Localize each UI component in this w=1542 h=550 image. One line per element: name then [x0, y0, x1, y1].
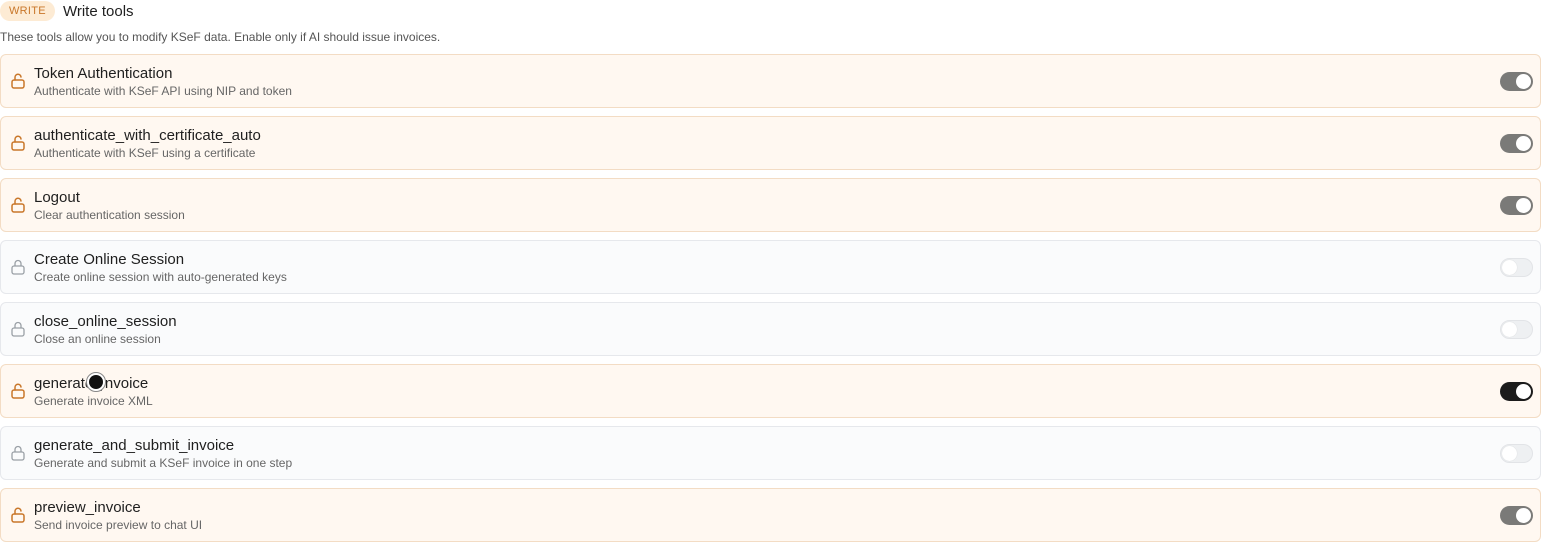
- lock-open-icon: [11, 73, 25, 89]
- tool-description: Clear authentication session: [34, 208, 185, 222]
- tool-name: generate_invoice: [34, 375, 149, 392]
- tool-name: preview_invoice: [34, 499, 141, 516]
- tool-toggle[interactable]: [1500, 258, 1533, 277]
- tool-row: generate_invoice Generate invoice XML: [0, 364, 1541, 418]
- tool-list: Token Authentication Authenticate with KS…: [0, 54, 1541, 550]
- tool-description: Authenticate with KSeF using a certifica…: [34, 146, 256, 160]
- tool-name: close_online_session: [34, 313, 177, 330]
- tool-description: Send invoice preview to chat UI: [34, 518, 203, 532]
- write-badge: WRITE: [0, 1, 55, 21]
- tool-toggle[interactable]: [1500, 72, 1533, 91]
- toggle-knob: [1502, 260, 1517, 275]
- lock-open-icon: [11, 507, 25, 523]
- section-header: WRITE Write tools: [0, 0, 134, 22]
- tool-toggle[interactable]: [1500, 196, 1533, 215]
- tool-row: generate_and_submit_invoice Generate and …: [0, 426, 1541, 480]
- tool-row: preview_invoice Send invoice preview to c…: [0, 488, 1541, 542]
- tool-toggle[interactable]: [1500, 320, 1533, 339]
- tool-name: Token Authentication: [34, 65, 173, 82]
- tool-name: generate_and_submit_invoice: [34, 437, 235, 454]
- tool-description: Generate invoice XML: [34, 394, 153, 408]
- tool-row: Token Authentication Authenticate with KS…: [0, 54, 1541, 108]
- lock-open-icon: [11, 383, 25, 399]
- tool-name: authenticate_with_certificate_auto: [34, 127, 261, 144]
- tool-row: Create Online Session Create online sessi…: [0, 240, 1541, 294]
- toggle-knob: [1502, 446, 1517, 461]
- lock-open-icon: [11, 135, 25, 151]
- lock-icon: [11, 259, 25, 275]
- toggle-knob: [1516, 198, 1531, 213]
- tool-row: Logout Clear authentication session: [0, 178, 1541, 232]
- tool-toggle[interactable]: [1500, 444, 1533, 463]
- tool-name: Create Online Session: [34, 251, 185, 268]
- section-description: These tools allow you to modify KSeF dat…: [0, 30, 441, 44]
- toggle-knob: [1516, 136, 1531, 151]
- toggle-knob: [1516, 508, 1531, 523]
- tool-description: Authenticate with KSeF API using NIP and…: [34, 84, 292, 98]
- tool-name: Logout: [34, 189, 80, 206]
- toggle-knob: [1516, 384, 1531, 399]
- tool-toggle[interactable]: [1500, 382, 1533, 401]
- lock-icon: [11, 445, 25, 461]
- tool-description: Create online session with auto-generate…: [34, 270, 287, 284]
- lock-icon: [11, 321, 25, 337]
- tool-description: Close an online session: [34, 332, 161, 346]
- section-title: Write tools: [62, 2, 134, 20]
- tool-row: authenticate_with_certificate_auto Authen…: [0, 116, 1541, 170]
- tool-description: Generate and submit a KSeF invoice in on…: [34, 456, 293, 470]
- tool-toggle[interactable]: [1500, 506, 1533, 525]
- toggle-knob: [1516, 74, 1531, 89]
- tool-toggle[interactable]: [1500, 134, 1533, 153]
- toggle-knob: [1502, 322, 1517, 337]
- lock-open-icon: [11, 197, 25, 213]
- tool-row: close_online_session Close an online sess…: [0, 302, 1541, 356]
